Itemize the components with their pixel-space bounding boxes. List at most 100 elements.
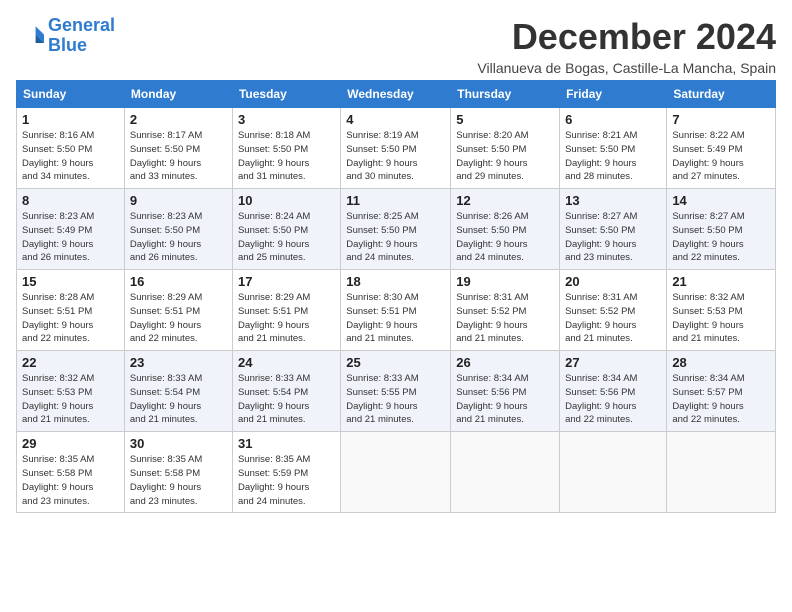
calendar-day-cell: 7Sunrise: 8:22 AM Sunset: 5:49 PM Daylig…	[667, 108, 776, 189]
day-info: Sunrise: 8:33 AM Sunset: 5:54 PM Dayligh…	[238, 372, 335, 427]
day-number: 25	[346, 355, 445, 370]
day-number: 21	[672, 274, 770, 289]
calendar-day-cell: 29 Sunrise: 8:35 AM Sunset: 5:58 PM Dayli…	[17, 432, 125, 513]
day-info: Sunrise: 8:32 AM Sunset: 5:53 PM Dayligh…	[672, 291, 770, 346]
day-number: 30	[130, 436, 227, 451]
day-info: Sunrise: 8:17 AM Sunset: 5:50 PM Dayligh…	[130, 129, 227, 184]
day-number: 29	[22, 436, 119, 451]
day-info: Sunrise: 8:16 AM Sunset: 5:50 PM Dayligh…	[22, 129, 119, 184]
day-info: Sunrise: 8:27 AM Sunset: 5:50 PM Dayligh…	[565, 210, 661, 265]
calendar-day-cell: 1 Sunrise: 8:16 AM Sunset: 5:50 PM Daylig…	[17, 108, 125, 189]
calendar-day-cell: 9Sunrise: 8:23 AM Sunset: 5:50 PM Daylig…	[124, 189, 232, 270]
day-info: Sunrise: 8:27 AM Sunset: 5:50 PM Dayligh…	[672, 210, 770, 265]
day-number: 19	[456, 274, 554, 289]
day-number: 11	[346, 193, 445, 208]
day-info: Sunrise: 8:31 AM Sunset: 5:52 PM Dayligh…	[456, 291, 554, 346]
day-number: 26	[456, 355, 554, 370]
calendar-day-cell: 11 Sunrise: 8:25 AM Sunset: 5:50 PM Dayli…	[341, 189, 451, 270]
day-number: 20	[565, 274, 661, 289]
day-number: 7	[672, 112, 770, 127]
header: General Blue December 2024 Villanueva de…	[16, 16, 776, 76]
day-number: 14	[672, 193, 770, 208]
day-number: 17	[238, 274, 335, 289]
logo-icon	[16, 22, 44, 50]
day-number: 23	[130, 355, 227, 370]
calendar-day-cell	[451, 432, 560, 513]
day-info: Sunrise: 8:28 AM Sunset: 5:51 PM Dayligh…	[22, 291, 119, 346]
day-info: Sunrise: 8:35 AM Sunset: 5:59 PM Dayligh…	[238, 453, 335, 508]
calendar-week-row: 15 Sunrise: 8:28 AM Sunset: 5:51 PM Dayli…	[17, 270, 776, 351]
day-info: Sunrise: 8:35 AM Sunset: 5:58 PM Dayligh…	[22, 453, 119, 508]
day-info: Sunrise: 8:34 AM Sunset: 5:56 PM Dayligh…	[565, 372, 661, 427]
location-subtitle: Villanueva de Bogas, Castille-La Mancha,…	[477, 60, 776, 76]
calendar-day-cell: 24 Sunrise: 8:33 AM Sunset: 5:54 PM Dayli…	[232, 351, 340, 432]
day-number: 12	[456, 193, 554, 208]
day-number: 5	[456, 112, 554, 127]
day-number: 10	[238, 193, 335, 208]
calendar-day-cell: 6Sunrise: 8:21 AM Sunset: 5:50 PM Daylig…	[560, 108, 667, 189]
month-title: December 2024	[477, 16, 776, 58]
calendar-day-cell: 25 Sunrise: 8:33 AM Sunset: 5:55 PM Dayli…	[341, 351, 451, 432]
weekday-header-cell: Thursday	[451, 81, 560, 108]
day-info: Sunrise: 8:20 AM Sunset: 5:50 PM Dayligh…	[456, 129, 554, 184]
day-number: 8	[22, 193, 119, 208]
logo-line1: General	[48, 15, 115, 35]
day-info: Sunrise: 8:24 AM Sunset: 5:50 PM Dayligh…	[238, 210, 335, 265]
calendar-day-cell: 31Sunrise: 8:35 AM Sunset: 5:59 PM Dayli…	[232, 432, 340, 513]
calendar-day-cell: 28Sunrise: 8:34 AM Sunset: 5:57 PM Dayli…	[667, 351, 776, 432]
calendar-week-row: 1 Sunrise: 8:16 AM Sunset: 5:50 PM Daylig…	[17, 108, 776, 189]
day-info: Sunrise: 8:31 AM Sunset: 5:52 PM Dayligh…	[565, 291, 661, 346]
weekday-header-cell: Tuesday	[232, 81, 340, 108]
calendar-day-cell	[667, 432, 776, 513]
calendar-day-cell: 8 Sunrise: 8:23 AM Sunset: 5:49 PM Daylig…	[17, 189, 125, 270]
calendar-day-cell: 10 Sunrise: 8:24 AM Sunset: 5:50 PM Dayli…	[232, 189, 340, 270]
day-info: Sunrise: 8:26 AM Sunset: 5:50 PM Dayligh…	[456, 210, 554, 265]
calendar-day-cell: 17 Sunrise: 8:29 AM Sunset: 5:51 PM Dayli…	[232, 270, 340, 351]
calendar-week-row: 29 Sunrise: 8:35 AM Sunset: 5:58 PM Dayli…	[17, 432, 776, 513]
day-number: 27	[565, 355, 661, 370]
day-info: Sunrise: 8:25 AM Sunset: 5:50 PM Dayligh…	[346, 210, 445, 265]
day-info: Sunrise: 8:19 AM Sunset: 5:50 PM Dayligh…	[346, 129, 445, 184]
day-info: Sunrise: 8:30 AM Sunset: 5:51 PM Dayligh…	[346, 291, 445, 346]
day-number: 2	[130, 112, 227, 127]
day-info: Sunrise: 8:29 AM Sunset: 5:51 PM Dayligh…	[130, 291, 227, 346]
weekday-header-cell: Saturday	[667, 81, 776, 108]
title-block: December 2024 Villanueva de Bogas, Casti…	[477, 16, 776, 76]
logo: General Blue	[16, 16, 115, 56]
day-info: Sunrise: 8:34 AM Sunset: 5:57 PM Dayligh…	[672, 372, 770, 427]
calendar-table: SundayMondayTuesdayWednesdayThursdayFrid…	[16, 80, 776, 513]
day-info: Sunrise: 8:33 AM Sunset: 5:55 PM Dayligh…	[346, 372, 445, 427]
calendar-week-row: 22Sunrise: 8:32 AM Sunset: 5:53 PM Dayli…	[17, 351, 776, 432]
calendar-day-cell: 19 Sunrise: 8:31 AM Sunset: 5:52 PM Dayli…	[451, 270, 560, 351]
calendar-day-cell: 13 Sunrise: 8:27 AM Sunset: 5:50 PM Dayli…	[560, 189, 667, 270]
calendar-body: 1 Sunrise: 8:16 AM Sunset: 5:50 PM Daylig…	[17, 108, 776, 513]
calendar-day-cell: 26Sunrise: 8:34 AM Sunset: 5:56 PM Dayli…	[451, 351, 560, 432]
calendar-day-cell: 30 Sunrise: 8:35 AM Sunset: 5:58 PM Dayli…	[124, 432, 232, 513]
calendar-day-cell: 23Sunrise: 8:33 AM Sunset: 5:54 PM Dayli…	[124, 351, 232, 432]
calendar-day-cell	[341, 432, 451, 513]
day-info: Sunrise: 8:18 AM Sunset: 5:50 PM Dayligh…	[238, 129, 335, 184]
day-info: Sunrise: 8:21 AM Sunset: 5:50 PM Dayligh…	[565, 129, 661, 184]
calendar-day-cell: 12 Sunrise: 8:26 AM Sunset: 5:50 PM Dayli…	[451, 189, 560, 270]
day-number: 13	[565, 193, 661, 208]
day-number: 9	[130, 193, 227, 208]
day-info: Sunrise: 8:29 AM Sunset: 5:51 PM Dayligh…	[238, 291, 335, 346]
day-number: 4	[346, 112, 445, 127]
day-number: 3	[238, 112, 335, 127]
calendar-day-cell: 5 Sunrise: 8:20 AM Sunset: 5:50 PM Daylig…	[451, 108, 560, 189]
calendar-day-cell: 22Sunrise: 8:32 AM Sunset: 5:53 PM Dayli…	[17, 351, 125, 432]
day-number: 1	[22, 112, 119, 127]
calendar-day-cell: 27 Sunrise: 8:34 AM Sunset: 5:56 PM Dayli…	[560, 351, 667, 432]
day-info: Sunrise: 8:35 AM Sunset: 5:58 PM Dayligh…	[130, 453, 227, 508]
calendar-day-cell: 4 Sunrise: 8:19 AM Sunset: 5:50 PM Daylig…	[341, 108, 451, 189]
day-number: 15	[22, 274, 119, 289]
day-number: 24	[238, 355, 335, 370]
calendar-day-cell: 18Sunrise: 8:30 AM Sunset: 5:51 PM Dayli…	[341, 270, 451, 351]
weekday-header-cell: Friday	[560, 81, 667, 108]
day-number: 16	[130, 274, 227, 289]
day-info: Sunrise: 8:23 AM Sunset: 5:49 PM Dayligh…	[22, 210, 119, 265]
calendar-day-cell	[560, 432, 667, 513]
calendar-day-cell: 21 Sunrise: 8:32 AM Sunset: 5:53 PM Dayli…	[667, 270, 776, 351]
day-number: 22	[22, 355, 119, 370]
logo-line2: Blue	[48, 35, 87, 55]
